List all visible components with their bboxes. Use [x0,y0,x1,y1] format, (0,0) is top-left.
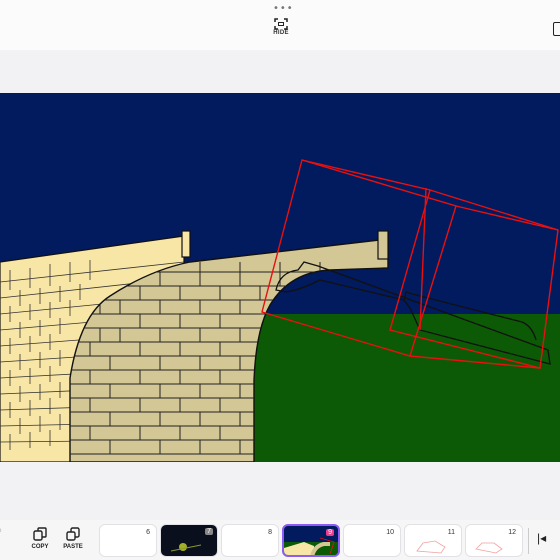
frame-thumbnail-current[interactable]: 9 [282,524,340,557]
frame-thumbnail[interactable]: 7 [160,524,218,557]
top-bar: ••• HIDE [0,0,560,50]
frame-thumbnail[interactable]: 8 [221,524,279,557]
frame-number: 7 [205,528,213,535]
frame-thumbnail[interactable]: 11 [404,524,462,557]
frame-number: 8 [268,529,272,536]
frame-number: 6 [146,529,150,536]
frame-thumbnail[interactable]: 10 [343,524,401,557]
frame-thumbnail[interactable]: 6 [99,524,157,557]
frame-number: 11 [447,529,455,536]
frame-number: 12 [508,529,516,536]
more-dots-icon[interactable]: ••• [273,3,294,14]
toolbar-divider [528,528,529,554]
frame-number: 9 [326,529,334,536]
paste-label: PASTE [63,544,83,550]
copy-button[interactable]: COPY [23,527,57,550]
animation-canvas[interactable] [0,93,560,462]
hide-button[interactable]: HIDE [266,18,296,46]
undo-button[interactable]: o [0,528,12,534]
skip-to-start-icon[interactable]: |◂ [537,531,546,545]
hide-frame-icon [274,18,288,30]
paste-button[interactable]: PASTE [56,527,90,550]
paste-icon [66,527,80,541]
copy-label: COPY [31,544,49,550]
undo-label: o [0,528,1,534]
wall-top-pillar [181,230,191,258]
frame-thumbnail[interactable]: 12 [465,524,523,557]
hide-label: HIDE [273,30,289,36]
frame-number: 10 [386,529,394,536]
copy-icon [33,527,47,541]
panel-toggle-icon[interactable] [553,22,560,36]
